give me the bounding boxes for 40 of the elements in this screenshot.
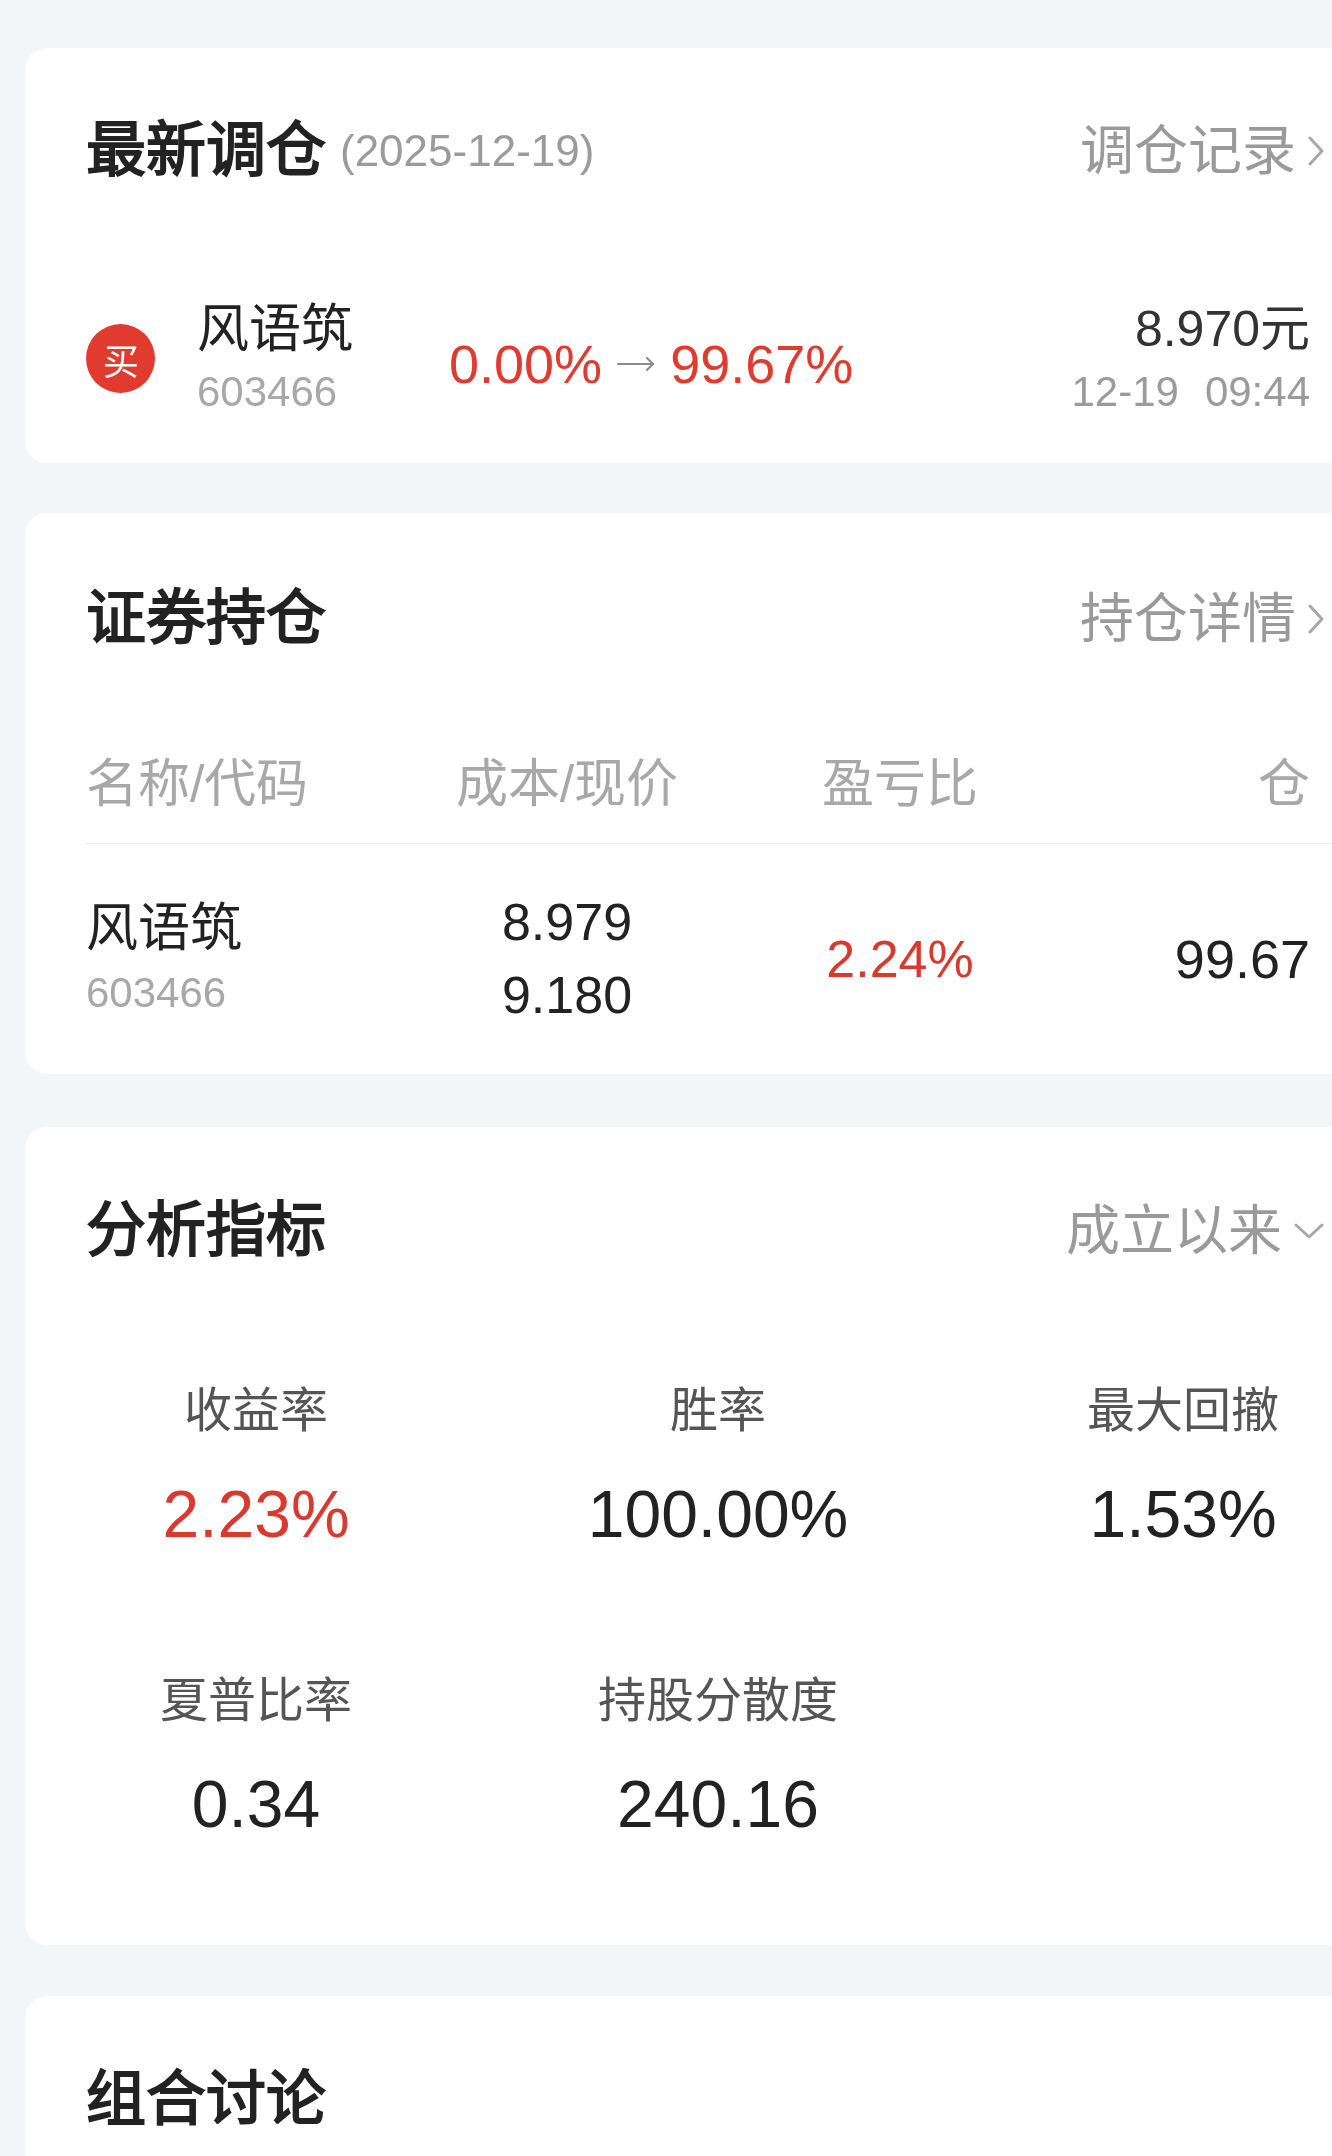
metric-value: 100.00% bbox=[587, 1476, 849, 1553]
metric-value: 240.16 bbox=[617, 1766, 819, 1843]
position-ratio: 99.67 bbox=[1174, 928, 1310, 990]
section-title: 证券持仓 bbox=[86, 584, 326, 654]
metric-value: 2.23% bbox=[162, 1476, 350, 1553]
column-header: 成本/现价 bbox=[455, 753, 679, 815]
stock-code: 603466 bbox=[197, 366, 339, 417]
period-dropdown[interactable]: 成立以来 bbox=[1066, 1198, 1324, 1264]
column-header: 盈亏比 bbox=[822, 753, 978, 815]
position-after: 99.67% bbox=[670, 332, 854, 395]
stock-name: 风语筑 bbox=[197, 298, 354, 360]
metric-value: 1.53% bbox=[1089, 1476, 1277, 1553]
metric-label: 收益率 bbox=[184, 1383, 328, 1439]
section-title: 最新调仓 bbox=[86, 116, 326, 186]
column-header: 仓 bbox=[1258, 753, 1310, 815]
trade-time: 09:44 bbox=[1204, 366, 1310, 417]
current-price: 9.180 bbox=[501, 965, 633, 1026]
rebalance-date: (2025-12-19) bbox=[340, 126, 595, 176]
arrow-right-icon bbox=[616, 355, 657, 372]
cost-price: 8.979 bbox=[501, 892, 633, 953]
stock-name: 风语筑 bbox=[86, 898, 242, 959]
holdings-detail-link[interactable]: 持仓详情 bbox=[1080, 586, 1324, 652]
chevron-right-icon bbox=[1308, 136, 1324, 166]
metric-label: 最大回撤 bbox=[1087, 1383, 1279, 1439]
trade-type-badge: 买 bbox=[86, 324, 155, 393]
position-before: 0.00% bbox=[449, 332, 603, 395]
trade-date: 12-19 bbox=[1071, 366, 1179, 417]
metric-label: 持股分散度 bbox=[598, 1673, 838, 1729]
metric-label: 夏普比率 bbox=[160, 1673, 352, 1729]
chevron-right-icon bbox=[1308, 604, 1324, 634]
column-header: 名称/代码 bbox=[86, 753, 309, 815]
section-title: 分析指标 bbox=[86, 1196, 326, 1266]
metric-value: 0.34 bbox=[191, 1766, 321, 1843]
stock-code: 603466 bbox=[86, 968, 228, 1018]
metric-label: 胜率 bbox=[670, 1383, 766, 1439]
trade-price: 8.970元 bbox=[1134, 299, 1310, 359]
section-title: 组合讨论 bbox=[86, 2065, 326, 2135]
rebalance-history-link[interactable]: 调仓记录 bbox=[1080, 118, 1324, 184]
chevron-down-icon bbox=[1294, 1223, 1324, 1239]
profit-ratio: 2.24% bbox=[826, 929, 974, 989]
